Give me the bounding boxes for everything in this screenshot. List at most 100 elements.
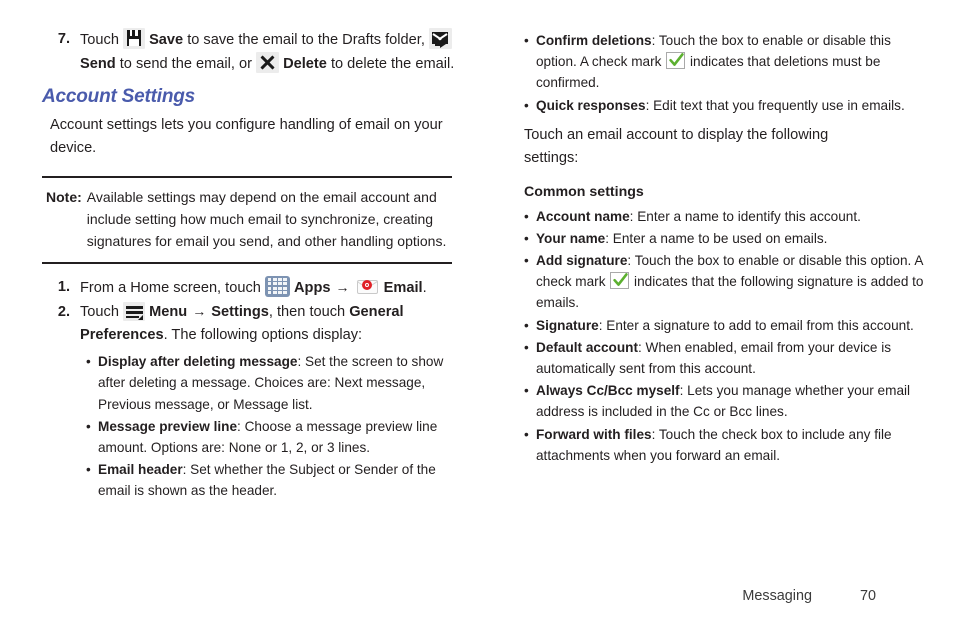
step-item-2: 2. Touch Menu → Settings, then touch Gen… [42, 301, 462, 347]
note-label: Note: [46, 188, 82, 205]
apps-grid-icon [264, 275, 290, 297]
step-number: 1. [57, 278, 70, 295]
step7-text-2: to save the email to the Drafts folder, [183, 32, 429, 48]
list-item-desc: : Enter a name to identify this account. [629, 208, 861, 224]
list-item-desc: : Edit text that you frequently use in e… [645, 97, 905, 113]
list-item-term: Confirm deletions [536, 33, 652, 48]
step-item-1: 1. From a Home screen, touch Apps → Emai… [42, 275, 462, 300]
intro-paragraph: Account settings lets you configure hand… [50, 116, 443, 156]
bullet-glyph: • [86, 354, 91, 370]
list-item-term: Forward with files [536, 426, 652, 442]
list-item-text: Default account: When enabled, email fro… [536, 337, 924, 379]
list-item: • Signature: Enter a signature to add to… [524, 315, 924, 336]
menu-label: Menu [149, 304, 188, 321]
list-item: • Quick responses: Edit text that you fr… [524, 95, 924, 116]
list-item: • Always Cc/Bcc myself: Lets you manage … [524, 380, 924, 422]
send-icon [428, 28, 452, 49]
list-item: • Email header: Set whether the Subject … [86, 459, 462, 501]
arrow-right-icon: → [192, 303, 207, 320]
list-item-term: Add signature [536, 253, 628, 269]
touch-account-paragraph: Touch an email account to display the fo… [524, 126, 829, 166]
bullet-glyph: • [86, 418, 91, 434]
list-item-text: Message preview line: Choose a message p… [98, 416, 462, 458]
list-item: • Display after deleting message: Set th… [86, 351, 462, 415]
list-item-term: Default account [536, 339, 638, 355]
note-rule-bottom [42, 261, 452, 264]
bullet-glyph: • [524, 230, 529, 246]
list-item-text: Signature: Enter a signature to add to e… [536, 315, 924, 336]
list-item-term: Display after deleting message [98, 354, 298, 370]
bullet-glyph: • [524, 97, 529, 113]
left-column: 7. Touch Save to save the email to the D… [42, 28, 462, 503]
step2-text-1: Touch [80, 304, 123, 321]
step-number: 2. [57, 304, 70, 321]
list-item: • Add signature: Touch the box to enable… [524, 250, 924, 314]
note-callout: Note: Available settings may depend on t… [42, 178, 462, 262]
check-mark-icon [609, 271, 630, 290]
list-item: • Account name: Enter a name to identify… [524, 206, 924, 227]
step2-text-2: , then touch [268, 304, 350, 321]
step-text: From a Home screen, touch Apps → Email. [80, 275, 462, 300]
footer-page-number: 70 [859, 588, 876, 604]
bullet-glyph: • [524, 383, 529, 399]
list-item: • Forward with files: Touch the check bo… [524, 424, 924, 466]
footer-chapter: Messaging [742, 588, 812, 604]
step-text: Touch Menu → Settings, then touch Genera… [80, 301, 462, 347]
save-label: Save [149, 32, 184, 48]
page-footer: Messaging 70 [0, 588, 954, 604]
step-number: 7. [57, 31, 70, 47]
right-bullet-list: • Signature: Enter a signature to add to… [524, 315, 924, 466]
check-mark-icon [665, 51, 686, 70]
list-item: • Default account: When enabled, email f… [524, 337, 924, 379]
list-item-text: Your name: Enter a name to be used on em… [536, 228, 924, 249]
right-column: • Confirm deletions: Touch the box to en… [524, 30, 924, 467]
delete-icon [256, 51, 280, 73]
note-text: Available settings may depend on the ema… [86, 188, 447, 249]
list-item-text: Always Cc/Bcc myself: Lets you manage wh… [536, 380, 924, 422]
list-item-text: Display after deleting message: Set the … [98, 351, 462, 415]
list-item-term: Quick responses [536, 97, 646, 113]
list-item-text: Quick responses: Edit text that you freq… [536, 95, 924, 116]
arrow-right-icon: → [335, 278, 350, 295]
step2-text-3: . The following options display: [163, 327, 363, 344]
list-item-desc: : Enter a signature to add to email from… [598, 317, 914, 333]
common-settings-heading: Common settings [524, 183, 644, 200]
list-item-term: Email header [98, 462, 183, 478]
apps-label: Apps [294, 279, 331, 296]
list-item-term: Message preview line [98, 418, 238, 434]
list-item-term: Always Cc/Bcc myself [536, 383, 680, 399]
left-bullet-list: • Display after deleting message: Set th… [86, 351, 462, 501]
bullet-glyph: • [524, 253, 529, 269]
list-item-text: Account name: Enter a name to identify t… [536, 206, 924, 227]
list-item-desc: : Enter a name to be used on emails. [605, 230, 828, 246]
list-item-text: Email header: Set whether the Subject or… [98, 459, 462, 501]
list-item-text: Add signature: Touch the box to enable o… [536, 250, 924, 314]
list-item-text: Forward with files: Touch the check box … [536, 424, 924, 466]
bullet-glyph: • [524, 317, 529, 333]
step1-text-1: From a Home screen, touch [80, 279, 265, 296]
manual-page: 7. Touch Save to save the email to the D… [0, 0, 954, 636]
bullet-glyph: • [524, 208, 529, 224]
list-item-term: Your name [536, 230, 606, 246]
step7-text-4: to delete the email. [326, 55, 455, 72]
list-item-text: Confirm deletions: Touch the box to enab… [536, 30, 924, 94]
menu-icon [123, 302, 145, 322]
page-title: Account Settings [42, 85, 196, 107]
settings-label: Settings [211, 304, 269, 321]
list-item: • Confirm deletions: Touch the box to en… [524, 30, 924, 94]
list-item-term: Signature [536, 317, 599, 333]
bullet-glyph: • [524, 426, 529, 442]
step-text: Touch Save to save the email to the Draf… [80, 28, 462, 76]
list-item: • Your name: Enter a name to be used on … [524, 228, 924, 249]
bullet-glyph: • [524, 339, 529, 355]
save-icon [123, 28, 145, 49]
email-icon [355, 276, 380, 297]
list-item-term: Account name [536, 208, 630, 224]
bullet-glyph: • [86, 462, 91, 478]
delete-label: Delete [283, 55, 327, 72]
list-item: • Message preview line: Choose a message… [86, 416, 462, 458]
email-label: Email [383, 279, 423, 296]
step1-text-2: . [422, 279, 427, 296]
step-item-7: 7. Touch Save to save the email to the D… [42, 28, 462, 76]
step7-text-3: to send the email, or [115, 55, 257, 72]
